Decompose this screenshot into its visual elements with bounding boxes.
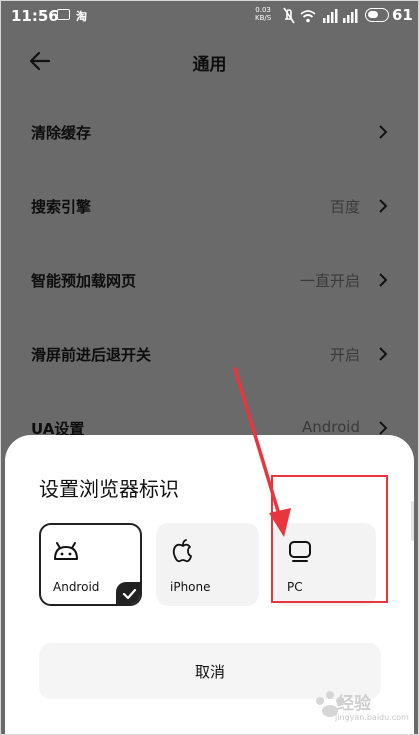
watermark-url: jingyan.baidu.com: [335, 713, 409, 722]
watermark-brand: 经验: [337, 694, 371, 714]
annotation-arrow: [233, 367, 291, 537]
screenshot-frame: 11:56 淘 0.03 KB/S 61 通用 清除缓存 搜索引擎 百度 智能预…: [0, 0, 419, 735]
